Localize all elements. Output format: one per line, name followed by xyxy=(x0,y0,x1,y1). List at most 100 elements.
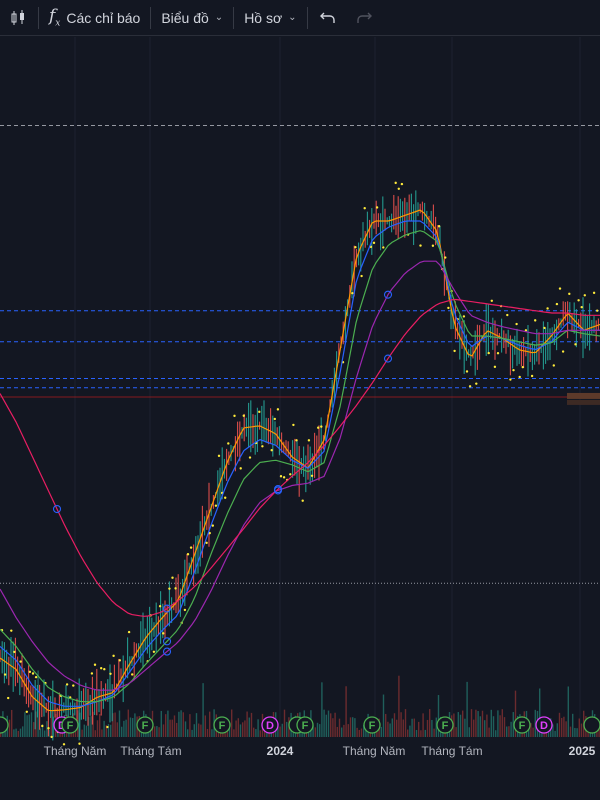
x-axis-tick-label: Tháng Năm xyxy=(44,744,107,758)
volume-bar xyxy=(563,716,565,737)
volume-bar xyxy=(360,728,363,737)
signal-dot xyxy=(512,368,515,372)
volume-bar xyxy=(407,729,409,737)
volume-bar xyxy=(154,726,156,737)
signal-dot xyxy=(131,673,134,676)
volume-bar xyxy=(259,730,261,737)
volume-bar xyxy=(554,730,556,737)
event-marker: F xyxy=(436,716,454,734)
volume-bar xyxy=(15,728,17,737)
volume-bar xyxy=(30,712,33,737)
volume-bar xyxy=(123,720,125,737)
signal-dot xyxy=(552,364,555,367)
event-label: D xyxy=(266,720,274,732)
event-marker: F xyxy=(136,716,154,734)
volume-bar xyxy=(19,728,22,737)
undo-icon xyxy=(318,8,338,28)
signal-dot xyxy=(50,735,53,739)
volume-bar xyxy=(345,686,347,737)
signal-dot xyxy=(7,696,10,700)
event-label: F xyxy=(519,720,526,732)
volume-bar xyxy=(503,717,506,737)
signal-dot xyxy=(295,439,298,442)
volume-bar xyxy=(156,726,158,737)
signal-dot xyxy=(465,370,469,373)
volume-bar xyxy=(121,726,123,737)
event-label: F xyxy=(67,720,74,732)
signal-dot xyxy=(453,349,456,353)
signal-dot xyxy=(360,274,363,278)
volume-bar xyxy=(468,727,470,737)
volume-bar xyxy=(96,720,99,737)
volume-bar xyxy=(391,718,393,737)
volume-bar xyxy=(184,721,187,737)
signal-dot xyxy=(270,449,273,452)
signal-dot xyxy=(320,425,323,428)
event-marker: F xyxy=(363,716,381,734)
volume-bar xyxy=(158,727,160,737)
volume-bar xyxy=(332,718,334,737)
signal-dot xyxy=(363,207,366,210)
volume-bar xyxy=(110,724,112,737)
volume-bar xyxy=(508,726,510,737)
signal-dot xyxy=(224,496,227,499)
volume-bar xyxy=(171,719,173,737)
redo-button[interactable] xyxy=(346,0,382,36)
volume-bar xyxy=(176,722,178,737)
indicators-button[interactable]: fx Các chỉ báo xyxy=(41,0,148,36)
profile-dropdown[interactable]: Hồ sơ ⌄ xyxy=(236,0,304,36)
signal-dot xyxy=(242,414,245,417)
volume-bar xyxy=(255,729,257,737)
volume-bar xyxy=(191,729,193,737)
ma-line xyxy=(0,209,600,712)
signal-dot xyxy=(506,313,509,317)
volume-bar xyxy=(127,709,129,737)
volume-bar xyxy=(352,717,354,737)
chart-type-dropdown[interactable]: Biểu đồ ⌄ xyxy=(153,0,231,36)
x-axis-tick-label: Tháng Tám xyxy=(120,744,181,758)
volume-bar xyxy=(17,730,19,737)
volume-bar xyxy=(578,718,580,737)
signal-dot xyxy=(444,256,447,259)
signal-dot xyxy=(490,299,493,302)
volume-bar xyxy=(334,712,336,737)
volume-bar xyxy=(235,720,237,737)
volume-bar xyxy=(404,709,407,737)
volume-bar xyxy=(572,713,574,737)
chevron-down-icon: ⌄ xyxy=(214,12,224,23)
signal-dot xyxy=(372,241,376,245)
signal-dot xyxy=(592,291,596,295)
volume-bar xyxy=(481,710,484,737)
volume-bar xyxy=(462,710,464,737)
volume-bar xyxy=(231,709,233,737)
volume-bar xyxy=(187,729,189,737)
price-chart[interactable]: DFFFDFFFFD Tháng NămTháng Tám2024Tháng N… xyxy=(0,37,600,800)
event-label: F xyxy=(369,720,376,732)
signal-dot xyxy=(233,414,236,418)
volume-bar xyxy=(558,712,561,737)
signal-dot xyxy=(496,351,500,355)
signal-dot xyxy=(521,365,524,369)
signal-dot xyxy=(103,668,106,671)
undo-button[interactable] xyxy=(310,0,346,36)
volume-bar xyxy=(103,720,105,737)
price-tag xyxy=(567,392,600,399)
signal-dot xyxy=(447,306,450,310)
volume-bar xyxy=(459,714,462,737)
moving-averages xyxy=(0,209,600,712)
signal-dot xyxy=(109,672,112,675)
volume-bar xyxy=(354,718,356,737)
volume-bar xyxy=(206,728,209,737)
volume-bar xyxy=(470,709,473,737)
volume-bar xyxy=(396,719,398,737)
chart-style-button[interactable] xyxy=(0,0,36,36)
signal-dot xyxy=(28,670,32,674)
volume-bar xyxy=(13,729,15,737)
volume-bar xyxy=(488,727,490,737)
event-marker: F xyxy=(513,716,531,734)
signal-dot xyxy=(475,382,478,385)
volume-bar xyxy=(202,683,204,737)
signal-dot xyxy=(509,378,512,381)
signal-dot xyxy=(493,365,497,369)
x-axis-tick-label: Tháng Năm xyxy=(343,744,406,758)
